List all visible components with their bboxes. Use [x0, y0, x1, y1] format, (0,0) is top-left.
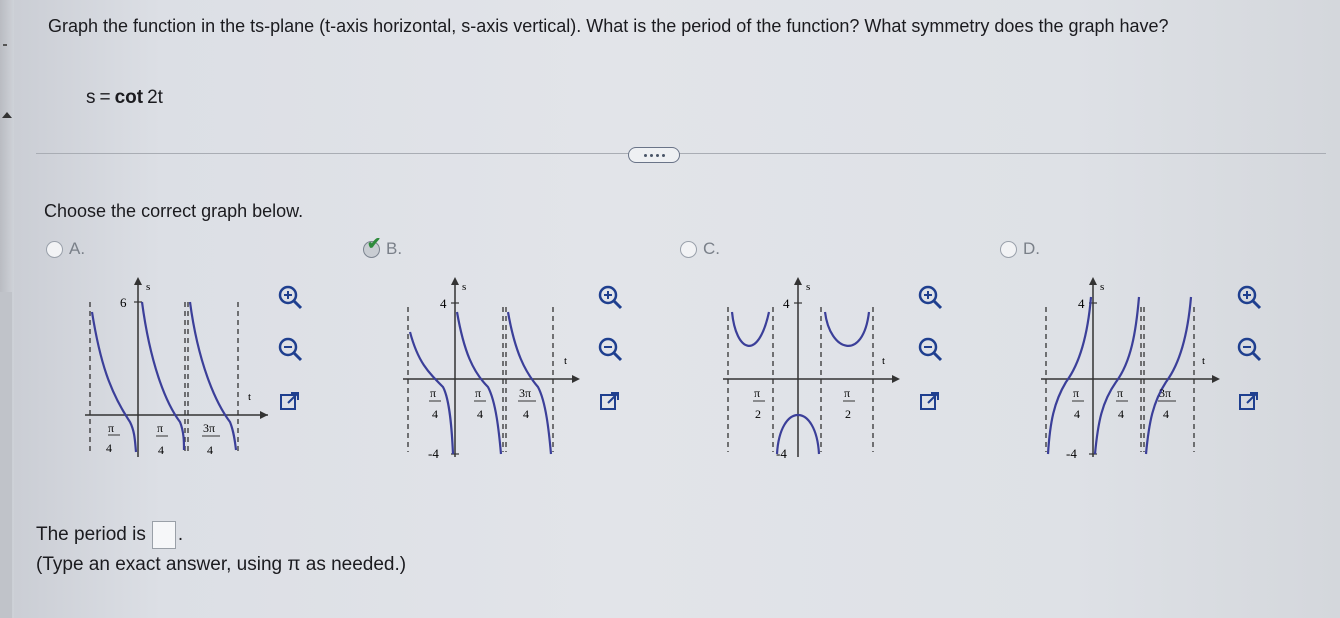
section-divider: [36, 153, 1326, 154]
option-d[interactable]: D.: [1000, 239, 1040, 259]
graph-d-s-tick-bottom: -4: [1066, 446, 1077, 461]
panel-scroll-track: [0, 292, 12, 618]
graph-d-tick-label: π: [1117, 386, 1123, 400]
graph-b-tick-label: π: [430, 386, 436, 400]
question-text: Graph the function in the ts-plane (t-ax…: [48, 16, 1169, 36]
zoom-in-icon[interactable]: [1232, 280, 1266, 314]
graph-c-tick-den: 2: [755, 407, 761, 421]
open-new-window-icon[interactable]: [913, 384, 947, 418]
graph-d-tick-den: 4: [1163, 407, 1169, 421]
graph-b-tick-label: 3π: [519, 386, 531, 400]
graph-c-tools: [913, 280, 947, 418]
panel-mark: [3, 44, 7, 46]
graph-d-s-label: s: [1100, 281, 1104, 293]
checkmark-icon: ✔: [367, 233, 382, 253]
graph-d-tick-den: 4: [1074, 407, 1080, 421]
collapse-arrow-icon[interactable]: [2, 112, 12, 118]
graph-b-t-label: t: [564, 355, 567, 367]
graph-a-s-label: s: [146, 281, 150, 293]
radio-option-b[interactable]: ✔: [363, 234, 381, 258]
graph-c: 4 -4 s t π 2 π 2: [718, 272, 908, 477]
graph-d-tick-den: 4: [1118, 407, 1124, 421]
graph-b-s-label: s: [462, 281, 466, 293]
graph-c-tick-label: π: [844, 386, 850, 400]
graph-b-tools: [593, 280, 627, 418]
option-b[interactable]: ✔ B.: [363, 234, 403, 259]
graph-a-tick-label: π: [108, 421, 114, 435]
zoom-out-icon[interactable]: [913, 332, 947, 366]
option-a[interactable]: A.: [46, 239, 85, 259]
formula-equals: =: [99, 87, 111, 108]
formula-function: cot: [114, 87, 144, 108]
graph-a-tools: [273, 280, 307, 418]
graph-a-tick-den: 4: [106, 441, 112, 455]
graph-c-tick-label: π: [754, 386, 760, 400]
graph-a-t-label: t: [248, 391, 251, 403]
graph-a-s-tick: 6: [120, 295, 127, 310]
graph-a-tick-den: 4: [158, 443, 164, 457]
zoom-in-icon[interactable]: [273, 280, 307, 314]
period-end: .: [177, 524, 184, 545]
more-button[interactable]: [628, 147, 680, 163]
zoom-out-icon[interactable]: [273, 332, 307, 366]
period-section: The period is . (Type an exact answer, u…: [36, 520, 406, 580]
radio-option-c[interactable]: [680, 240, 697, 258]
graph-c-t-label: t: [882, 355, 885, 367]
graph-d-tick-label: π: [1073, 386, 1079, 400]
ellipsis-dot: [643, 153, 647, 157]
open-new-window-icon[interactable]: [273, 384, 307, 418]
option-c[interactable]: C.: [680, 239, 720, 259]
graph-d-tick-label: 3π: [1159, 386, 1171, 400]
graph-b-tick-den: 4: [523, 407, 529, 421]
graph-a-tick-den: 4: [207, 443, 213, 457]
option-a-label: A.: [69, 239, 86, 258]
zoom-out-icon[interactable]: [593, 332, 627, 366]
zoom-out-icon[interactable]: [1232, 332, 1266, 366]
graph-b: 4 -4 s t π 4 π 4 3π 4: [398, 272, 588, 477]
zoom-in-icon[interactable]: [593, 280, 627, 314]
graph-d-s-tick-top: 4: [1078, 296, 1085, 311]
graph-c-s-tick-top: 4: [783, 296, 790, 311]
graph-b-s-tick-bottom: -4: [428, 446, 439, 461]
function-formula: s = cot 2t: [86, 87, 163, 109]
graph-a: 6 s t π 4 π 4 3π 4: [80, 272, 270, 477]
graph-b-s-tick-top: 4: [440, 296, 447, 311]
choose-prompt: Choose the correct graph below.: [44, 201, 304, 221]
formula-lhs: s: [86, 87, 96, 108]
open-new-window-icon[interactable]: [1232, 384, 1266, 418]
period-label: The period is: [36, 524, 146, 545]
graph-b-tick-den: 4: [432, 407, 438, 421]
graph-b-tick-den: 4: [477, 407, 483, 421]
ellipsis-dot: [649, 153, 653, 157]
graph-b-tick-label: π: [475, 386, 481, 400]
period-answer-input[interactable]: [151, 521, 176, 549]
ellipsis-dot: [655, 153, 659, 157]
radio-option-a[interactable]: [46, 240, 63, 258]
graph-c-tick-den: 2: [845, 407, 851, 421]
formula-argument: 2t: [147, 87, 163, 108]
left-edge-panel: [0, 0, 14, 618]
graph-d-tools: [1232, 280, 1266, 418]
graph-d: 4 -4 s t π 4 π 4 3π 4: [1036, 272, 1226, 477]
graph-c-s-label: s: [806, 281, 810, 293]
option-b-label: B.: [386, 239, 403, 258]
ellipsis-dot: [661, 153, 665, 157]
graph-a-tick-label: π: [157, 421, 163, 435]
option-d-label: D.: [1023, 239, 1040, 258]
zoom-in-icon[interactable]: [913, 280, 947, 314]
radio-option-d[interactable]: [1000, 240, 1017, 258]
option-c-label: C.: [703, 239, 720, 258]
period-hint: (Type an exact answer, using π as needed…: [36, 554, 407, 575]
graph-d-t-label: t: [1202, 355, 1205, 367]
open-new-window-icon[interactable]: [593, 384, 627, 418]
graph-a-tick-label: 3π: [203, 421, 215, 435]
